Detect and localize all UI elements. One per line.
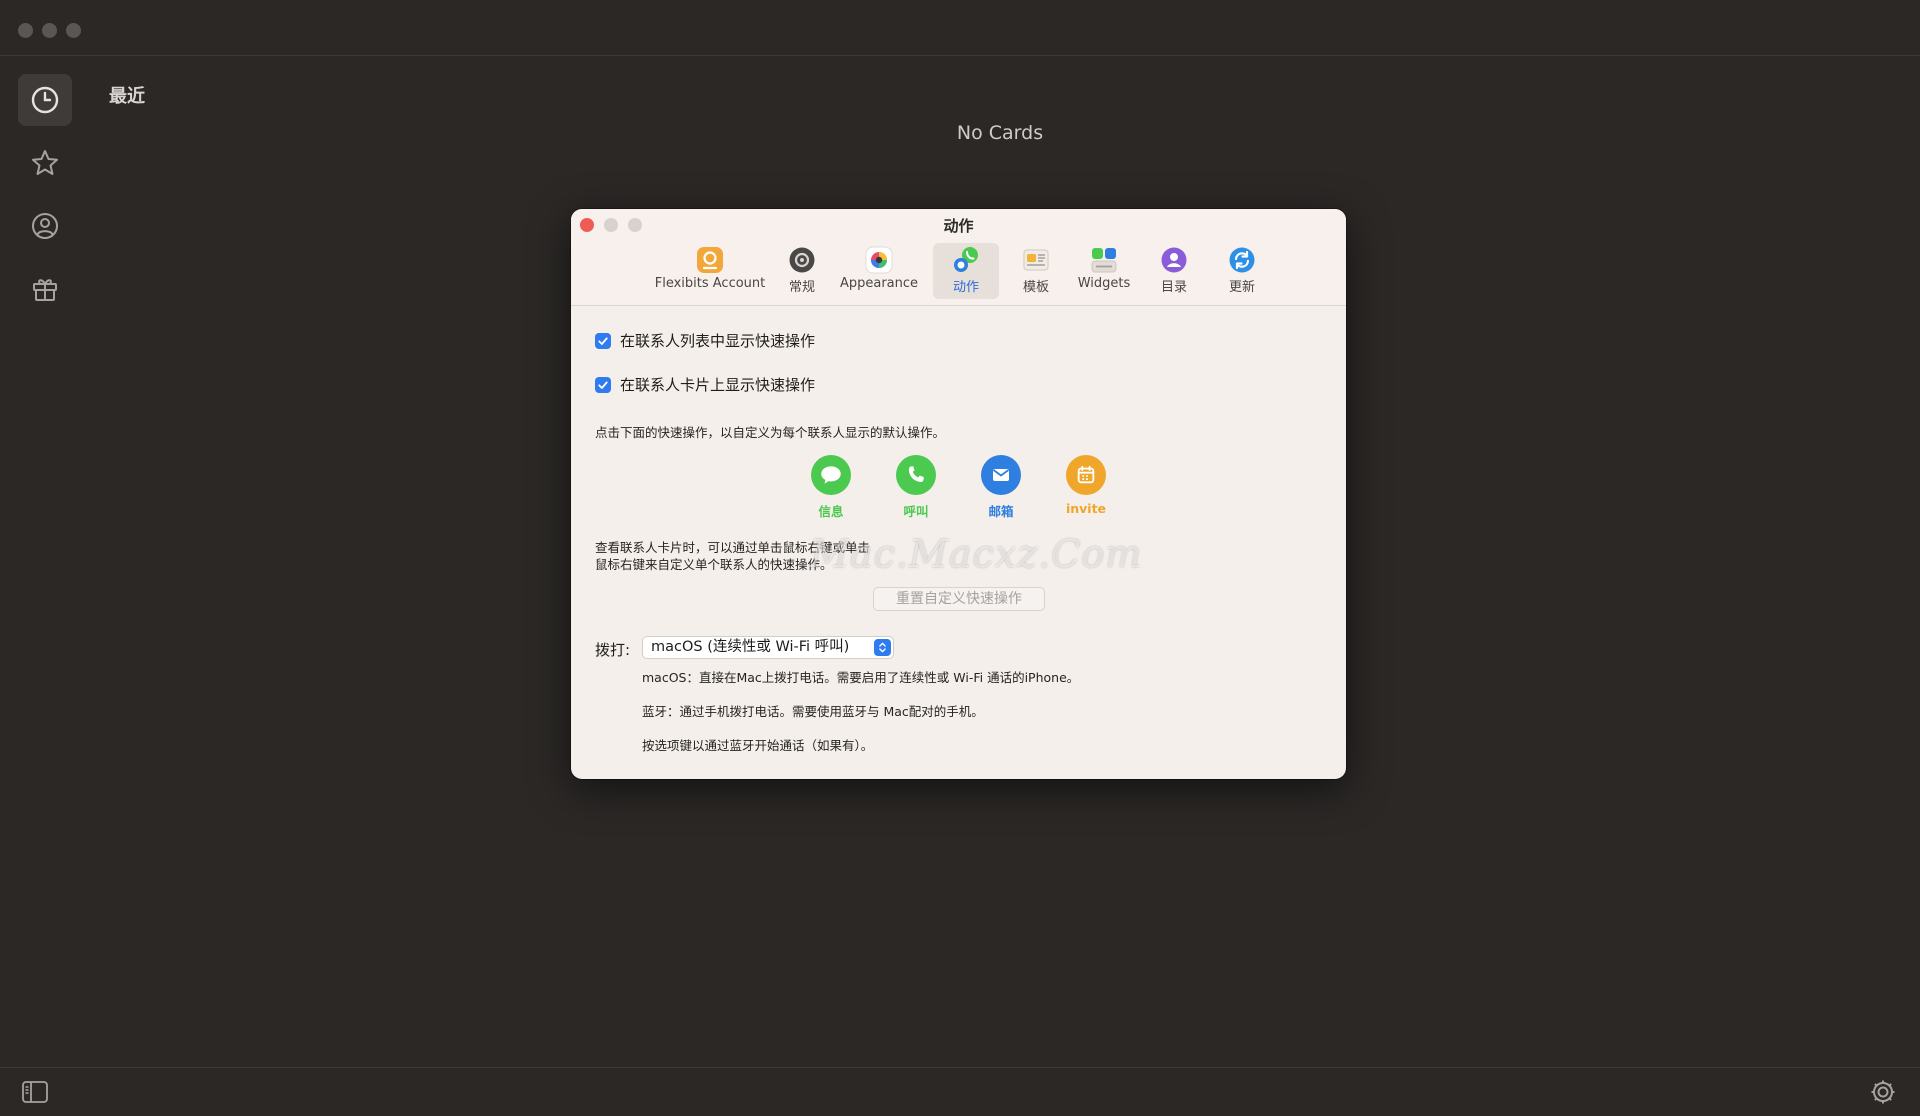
show-in-list-checkbox[interactable] — [595, 332, 611, 349]
widgets-icon — [1090, 246, 1118, 274]
clock-icon — [31, 86, 59, 114]
show-on-card-checkbox-row[interactable]: 在联系人卡片上显示快速操作 — [595, 374, 815, 395]
zoom-window-button[interactable] — [66, 23, 81, 38]
checkmark-icon — [598, 380, 608, 389]
window-titlebar — [0, 0, 1920, 56]
sidebar-item-gifts[interactable] — [18, 263, 72, 315]
star-icon — [32, 150, 58, 175]
tab-update[interactable]: 更新 — [1217, 243, 1267, 299]
note-bluetooth: 蓝牙：通过手机拨打电话。需要使用蓝牙与 Mac配对的手机。 — [642, 704, 984, 719]
tab-widgets[interactable]: Widgets — [1069, 243, 1139, 299]
tab-templates[interactable]: 模板 — [1011, 243, 1061, 299]
watermark: Mac.Macxz.Com — [810, 532, 1143, 576]
tab-actions[interactable]: 动作 — [933, 243, 999, 299]
sidebar-item-favorites[interactable] — [18, 137, 72, 189]
phone-icon — [896, 455, 936, 495]
general-icon — [788, 246, 816, 274]
update-icon — [1228, 246, 1256, 274]
quick-action-email[interactable]: 邮箱 — [971, 455, 1031, 520]
mail-icon — [981, 455, 1021, 495]
dialog-toolbar: 动作 Flexibits Account 常规 Appearance 动作 模板… — [571, 209, 1346, 306]
tab-flexibits-account[interactable]: Flexibits Account — [652, 243, 768, 299]
tab-appearance[interactable]: Appearance — [836, 243, 922, 299]
app-window: 最近 No Cards 动作 Flexibits Account 常规 Appe… — [0, 0, 1920, 1116]
quick-action-invite[interactable]: invite — [1056, 455, 1116, 516]
reset-quick-actions-button[interactable]: 重置自定义快速操作 — [873, 587, 1045, 611]
show-in-list-label: 在联系人列表中显示快速操作 — [620, 332, 816, 350]
dialog-title: 动作 — [943, 217, 974, 235]
show-in-list-checkbox-row[interactable]: 在联系人列表中显示快速操作 — [595, 330, 815, 351]
tab-general[interactable]: 常规 — [777, 243, 827, 299]
account-icon — [696, 246, 724, 274]
card-hint-line2: 鼠标右键来自定义单个联系人的快速操作。 — [595, 557, 833, 572]
appearance-icon — [865, 246, 893, 274]
actions-icon — [952, 246, 980, 274]
sidebar-item-recent[interactable] — [18, 74, 72, 126]
show-on-card-label: 在联系人卡片上显示快速操作 — [620, 376, 816, 394]
checkmark-icon — [598, 336, 608, 345]
show-on-card-checkbox[interactable] — [595, 376, 611, 393]
close-window-button[interactable] — [18, 23, 33, 38]
dial-method-select[interactable]: macOS (连续性或 Wi-Fi 呼叫) — [642, 636, 894, 659]
dial-label: 拨打: — [595, 641, 631, 659]
message-icon — [811, 455, 851, 495]
quick-actions-instructions: 点击下面的快速操作，以自定义为每个联系人显示的默认操作。 — [595, 425, 946, 440]
directory-icon — [1160, 246, 1188, 274]
preferences-dialog: 动作 Flexibits Account 常规 Appearance 动作 模板… — [571, 209, 1346, 779]
chevron-updown-icon — [874, 639, 891, 656]
quick-action-message[interactable]: 信息 — [801, 455, 861, 520]
bottom-toolbar — [0, 1067, 1920, 1116]
note-option-key: 按选项键以通过蓝牙开始通话（如果有）。 — [642, 738, 874, 753]
note-macos: macOS：直接在Mac上拨打电话。需要启用了连续性或 Wi-Fi 通话的iPh… — [642, 670, 1080, 685]
tab-directory[interactable]: 目录 — [1149, 243, 1199, 299]
quick-action-call[interactable]: 呼叫 — [886, 455, 946, 520]
templates-icon — [1022, 246, 1050, 274]
section-title: 最近 — [109, 86, 145, 107]
sidebar-toggle-icon[interactable] — [22, 1081, 48, 1103]
gift-icon — [33, 279, 57, 301]
minimize-window-button[interactable] — [42, 23, 57, 38]
sidebar-item-contacts[interactable] — [18, 200, 72, 252]
empty-state-text: No Cards — [956, 122, 1044, 144]
person-circle-icon — [32, 213, 58, 239]
gear-icon[interactable] — [1869, 1078, 1897, 1106]
dial-method-value: macOS (连续性或 Wi-Fi 呼叫) — [651, 639, 850, 655]
calendar-icon — [1066, 455, 1106, 495]
